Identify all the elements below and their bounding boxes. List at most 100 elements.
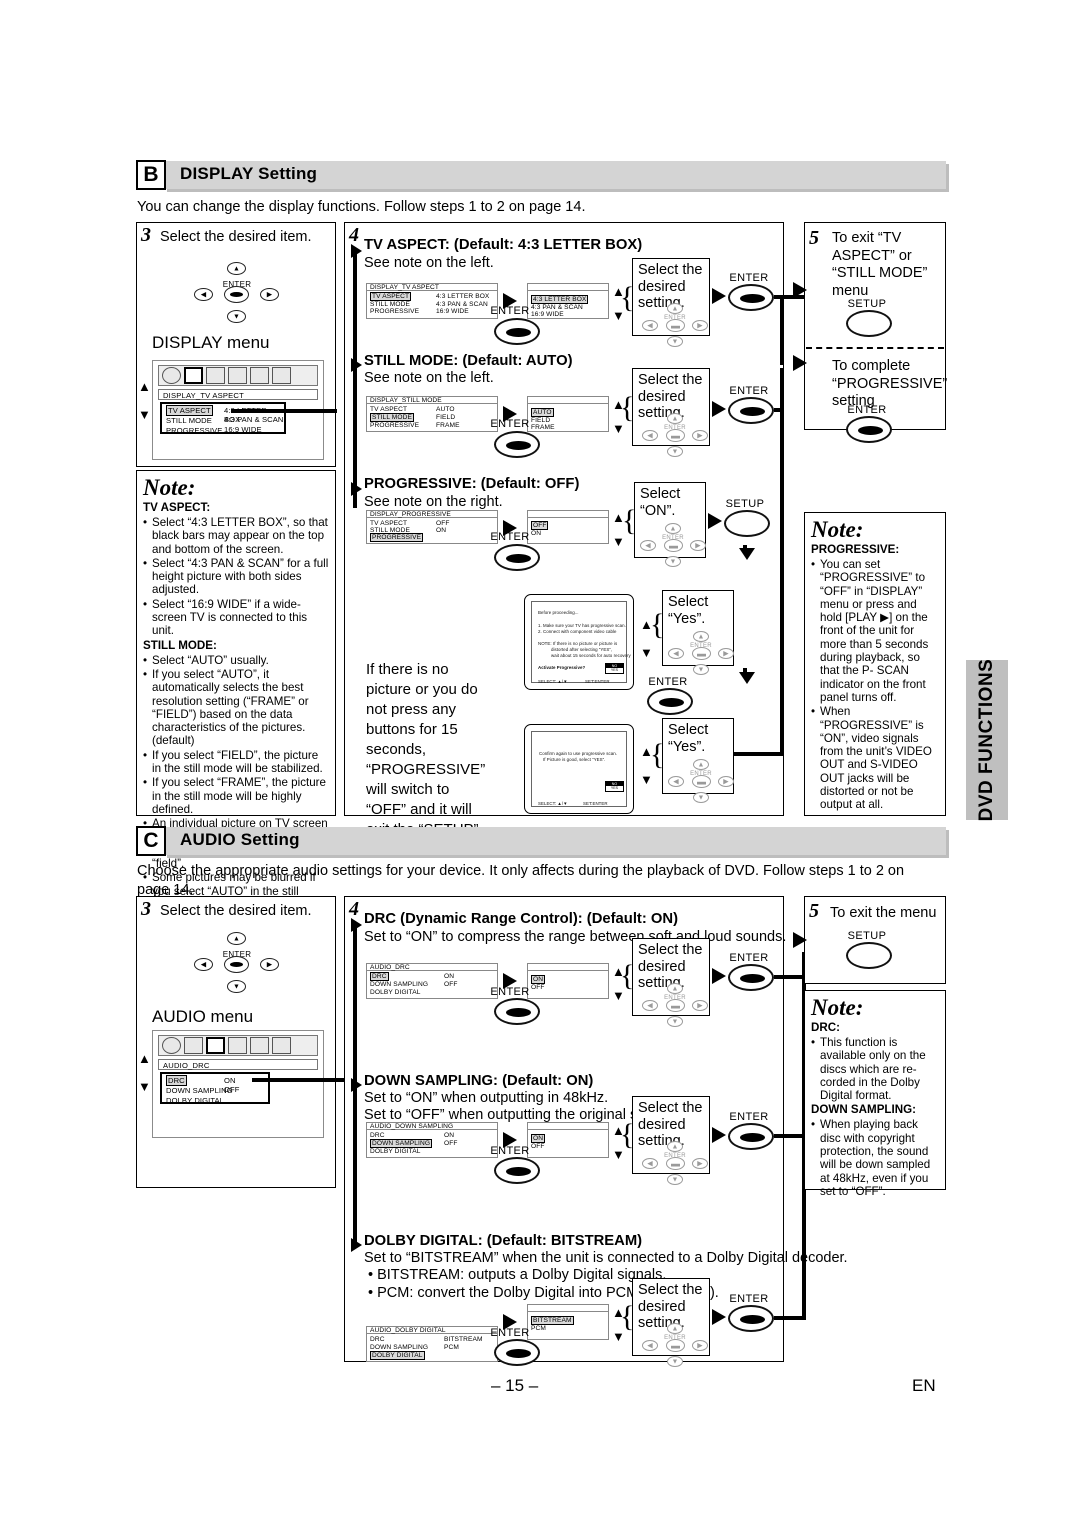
osd-row: DOLBY DIGITAL [370,1148,421,1155]
right-arrow-key[interactable]: ▶ [692,1340,708,1351]
down-arrow-key[interactable]: ▼ [693,792,709,803]
right-arrow-key[interactable]: ▶ [692,320,708,331]
b-item1-title: TV ASPECT: (Default: 4:3 LETTER BOX) [364,237,643,253]
osd-value: OFF [444,1140,458,1147]
left-arrow-key[interactable]: ◀ [642,1000,658,1011]
enter-key[interactable]: ▬ [666,429,685,442]
right-arrow-key[interactable]: ▶ [690,540,706,551]
enter-button[interactable] [846,416,892,449]
enter-button[interactable] [728,964,774,997]
osd-row-label: PROGRESSIVE [370,533,424,542]
right-arrow-key[interactable]: ▶ [260,958,279,971]
up-arrow-key[interactable]: ▲ [667,983,683,994]
osd-value: FIELD [436,414,456,421]
enter-key[interactable] [224,956,249,973]
down-arrow-key[interactable]: ▼ [667,1356,683,1367]
left-arrow-key[interactable]: ◀ [194,288,213,301]
left-arrow-key[interactable]: ◀ [642,1158,658,1169]
keypad[interactable]: ▲ ENTER ◀ ▬ ▶ ▼ [639,983,709,1027]
screen-line2: 1. Make sure your TV has progressive sca… [538,623,626,628]
c-step3-keypad[interactable]: ▲ ENTER ◀ ▶ ▼ [186,932,286,994]
keypad[interactable]: ▲ ENTER ◀ ▬ ▶ ▼ [639,1141,709,1185]
down-arrow-key[interactable]: ▼ [227,310,246,323]
down-arrow-key[interactable]: ▼ [693,664,709,675]
osd-option: OFF [531,1143,545,1150]
b-item3-subtitle: See note on the right. [364,494,503,510]
enter-button[interactable] [647,688,693,721]
right-arrow-key[interactable]: ▶ [692,1158,708,1169]
up-arrow-key[interactable]: ▲ [667,303,683,314]
note-list-progressive: You can set “PROGRESSIVE” to “OFF” in “D… [811,558,940,812]
left-arrow-key[interactable]: ◀ [668,648,684,659]
right-arrow-key[interactable]: ▶ [718,648,734,659]
down-arrow-key[interactable]: ▼ [667,336,683,347]
enter-button[interactable] [494,318,540,351]
page-number: – 15 – [491,1376,539,1395]
enter-button[interactable] [494,998,540,1031]
osd-header-blank [527,1304,609,1312]
keypad[interactable]: ▲ ENTER ◀ ▬ ▶ ▼ [639,303,709,347]
enter-key[interactable]: ▬ [692,647,711,660]
right-arrow-key[interactable]: ▶ [692,430,708,441]
c-item1-title: DRC (Dynamic Range Control): (Default: O… [364,911,679,927]
down-arrow-key[interactable]: ▼ [227,980,246,993]
left-arrow-key[interactable]: ◀ [194,958,213,971]
left-arrow-key[interactable]: ◀ [668,776,684,787]
up-arrow-key[interactable]: ▲ [667,1141,683,1152]
enter-button[interactable] [494,1157,540,1190]
enter-label: ENTER [490,1327,530,1339]
up-arrow-key[interactable]: ▲ [693,759,709,770]
up-arrow-key[interactable]: ▲ [665,523,681,534]
osd-option: PCM [531,1325,546,1332]
disc-icon [162,367,181,384]
enter-key[interactable]: ▬ [666,319,685,332]
b-step3-keypad[interactable]: ▲ ENTER ◀ ▶ ▼ [186,262,286,324]
enter-key[interactable]: ▬ [692,775,711,788]
setup-button[interactable] [846,942,892,975]
enter-key[interactable]: ▬ [666,1339,685,1352]
down-arrow-key[interactable]: ▼ [667,1016,683,1027]
enter-key[interactable]: ▬ [664,539,683,552]
down-arrow-key[interactable]: ▼ [667,446,683,457]
up-arrow-key[interactable]: ▲ [693,631,709,642]
left-arrow-key[interactable]: ◀ [640,540,656,551]
osd-header: DISPLAY_PROGRESSIVE [366,510,498,518]
left-arrow-key[interactable]: ◀ [642,320,658,331]
enter-button[interactable] [728,1123,774,1156]
up-arrow-key[interactable]: ▲ [227,932,246,945]
screen-no-yes-toggle[interactable]: NO YES [605,781,624,792]
right-arrow-key[interactable]: ▶ [718,776,734,787]
c-item2-osd-before: AUDIO_DOWN SAMPLING DRC DOWN SAMPLING DO… [366,1122,498,1158]
keypad[interactable]: ▲ ENTER ◀ ▬ ▶ ▼ [666,631,734,675]
right-arrow-key[interactable]: ▶ [692,1000,708,1011]
up-arrow-key[interactable]: ▲ [667,1323,683,1334]
left-arrow-key[interactable]: ◀ [642,1340,658,1351]
c-item3-osd-after: BITSTREAM PCM [527,1304,609,1340]
left-arrow-key[interactable]: ◀ [642,430,658,441]
enter-key[interactable] [224,286,249,303]
down-arrow-key[interactable]: ▼ [665,556,681,567]
enter-key[interactable]: ▬ [666,999,685,1012]
section-c-intro: Choose the appropriate audio settings fo… [137,863,905,898]
enter-button[interactable] [494,431,540,464]
bullet-text: BITSTREAM: outputs a Dolby Digital signa… [377,1267,667,1283]
enter-button[interactable] [728,397,774,430]
keypad[interactable]: ▲ ENTER ◀ ▬ ▶ ▼ [639,413,709,457]
down-arrow-key[interactable]: ▼ [667,1174,683,1185]
keypad[interactable]: ▲ ENTER ◀ ▬ ▶ ▼ [639,1323,709,1367]
setup-button[interactable] [846,310,892,343]
note-item: When “PROGRESSIVE” is “ON”, video signal… [811,705,940,811]
screen-no-yes-toggle[interactable]: NO YES [605,663,624,674]
keypad[interactable]: ▲ ENTER ◀ ▬ ▶ ▼ [666,759,734,803]
right-arrow-key[interactable]: ▶ [260,288,279,301]
setup-button[interactable] [724,510,770,543]
c-item2-select-panel: Select the desired setting. ▲ ENTER ◀ ▬ … [632,1096,710,1185]
up-arrow-key[interactable]: ▲ [667,413,683,424]
enter-key[interactable]: ▬ [666,1157,685,1170]
enter-button[interactable] [494,1339,540,1372]
enter-button[interactable] [728,1305,774,1338]
up-arrow-key[interactable]: ▲ [227,262,246,275]
keypad[interactable]: ▲ ENTER ◀ ▬ ▶ ▼ [638,523,706,567]
enter-button[interactable] [728,284,774,317]
enter-button[interactable] [494,544,540,577]
